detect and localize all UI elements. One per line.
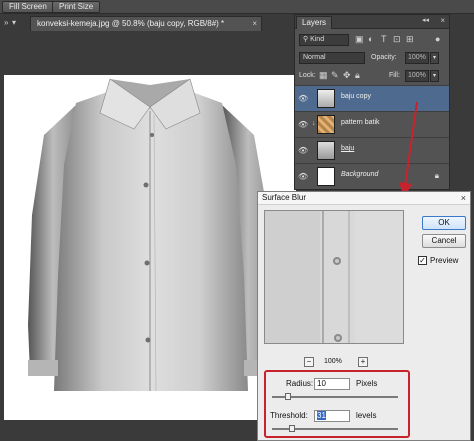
tab-menu-icon[interactable]: ▾	[12, 18, 16, 27]
layer-name: pattern batik	[341, 119, 380, 126]
smart-object-filter-icon[interactable]: ⊞	[406, 33, 414, 45]
layer-row-baju[interactable]: 👁︎ baju	[295, 137, 449, 163]
filter-preview-window[interactable]	[264, 210, 404, 344]
photoshop-window: Fill Screen Print Size konveksi-kemeja.j…	[0, 0, 474, 441]
threshold-field[interactable]: 31	[314, 410, 350, 422]
ok-button[interactable]: OK	[422, 216, 466, 230]
close-icon[interactable]: ×	[440, 16, 445, 25]
eye-icon[interactable]: 👁︎	[298, 94, 308, 103]
opacity-dropdown-icon[interactable]: ▾	[430, 52, 439, 64]
radius-field[interactable]: 10	[314, 378, 350, 390]
zoom-out-button[interactable]: −	[304, 357, 314, 367]
shirt-image	[28, 78, 274, 392]
eye-icon[interactable]: 👁︎	[298, 172, 308, 181]
document-tab-label: konveksi-kemeja.jpg @ 50.8% (baju copy, …	[37, 19, 225, 28]
blur-parameters-group: Radius: 10 Pixels Threshold: 31 levels	[264, 370, 410, 438]
lock-icon: 🔒︎	[434, 171, 439, 180]
dialog-title: Surface Blur	[262, 193, 307, 202]
type-filter-icon[interactable]: T	[381, 33, 387, 45]
filter-kind-label: Kind	[310, 36, 325, 43]
layer-name: baju	[341, 145, 355, 152]
fill-screen-button[interactable]: Fill Screen	[2, 1, 54, 13]
threshold-unit: levels	[356, 411, 377, 420]
lock-label: Lock:	[299, 72, 316, 79]
preview-label: Preview	[430, 256, 459, 265]
preview-checkbox[interactable]: ✓	[418, 256, 427, 265]
fill-field[interactable]: 100%	[405, 70, 429, 82]
shape-filter-icon[interactable]: ⊡	[393, 33, 401, 45]
clip-link-icon: ↓	[312, 120, 316, 127]
threshold-slider[interactable]	[272, 425, 398, 432]
blend-row: Normal Opacity: 100% ▾	[295, 49, 449, 67]
threshold-value: 31	[317, 411, 326, 420]
options-bar: Fill Screen Print Size	[0, 0, 474, 14]
layer-thumbnail	[317, 115, 335, 134]
close-icon[interactable]: ×	[252, 17, 257, 30]
radius-unit: Pixels	[356, 379, 378, 388]
radius-label: Radius:	[286, 379, 314, 388]
cancel-button[interactable]: Cancel	[422, 234, 466, 248]
layer-row-baju-copy[interactable]: 👁︎ baju copy	[295, 85, 449, 111]
radius-slider-thumb[interactable]	[285, 393, 291, 400]
filter-kind-dropdown[interactable]: ⚲ Kind	[299, 34, 349, 46]
layers-panel: Layers ◂◂ × ⚲ Kind ▣ ◐ T ⊡ ⊞ ● Normal Op…	[294, 14, 450, 190]
layer-thumbnail	[317, 141, 335, 160]
layer-thumbnail	[317, 167, 335, 186]
opacity-label: Opacity:	[371, 54, 397, 61]
zoom-in-button[interactable]: +	[358, 357, 368, 367]
lock-row: Lock: ▦ ✎ ✥ 🔒︎ Fill: 100% ▾	[295, 67, 449, 85]
threshold-label: Threshold:	[270, 411, 308, 420]
collapse-icon[interactable]: ◂◂	[422, 16, 429, 24]
blend-mode-dropdown[interactable]: Normal	[299, 52, 365, 64]
preview-zoom-controls: − 100% +	[304, 357, 374, 369]
tab-overflow-icon[interactable]: »	[4, 18, 8, 27]
dialog-title-bar: Surface Blur ×	[258, 192, 470, 205]
layers-panel-header: Layers ◂◂ ×	[295, 15, 449, 29]
surface-blur-dialog: Surface Blur × − 100% + OK Cancel ✓ Prev…	[257, 191, 471, 441]
layer-filter-row: ⚲ Kind ▣ ◐ T ⊡ ⊞ ●	[295, 31, 449, 49]
threshold-slider-thumb[interactable]	[289, 425, 295, 432]
print-size-button[interactable]: Print Size	[52, 1, 101, 13]
fill-label: Fill:	[389, 72, 400, 79]
pixel-filter-icon[interactable]: ▣	[355, 33, 364, 45]
filter-toggle-icon[interactable]: ●	[435, 33, 440, 45]
preview-image	[265, 211, 403, 343]
layer-row-background[interactable]: 👁︎ Background 🔒︎	[295, 163, 449, 189]
layer-name: Background	[341, 171, 379, 178]
eye-icon[interactable]: 👁︎	[298, 146, 308, 155]
zoom-level: 100%	[324, 358, 342, 365]
lock-position-icon[interactable]: ✥	[343, 69, 351, 81]
document-canvas[interactable]	[4, 75, 296, 420]
fill-dropdown-icon[interactable]: ▾	[430, 70, 439, 82]
lock-transparent-icon[interactable]: ▦	[319, 69, 328, 81]
radius-slider[interactable]	[272, 393, 398, 400]
document-tab[interactable]: konveksi-kemeja.jpg @ 50.8% (baju copy, …	[30, 16, 262, 31]
adjustment-filter-icon[interactable]: ◐	[368, 33, 373, 45]
red-arrow-annotation	[399, 101, 418, 198]
layer-thumbnail	[317, 89, 335, 108]
lock-paint-icon[interactable]: ✎	[331, 69, 339, 81]
lock-all-icon[interactable]: 🔒︎	[355, 69, 360, 81]
layer-name: baju copy	[341, 93, 371, 100]
close-icon[interactable]: ×	[461, 192, 466, 204]
opacity-field[interactable]: 100%	[405, 52, 429, 64]
document-tab-bar: konveksi-kemeja.jpg @ 50.8% (baju copy, …	[0, 15, 300, 31]
eye-icon[interactable]: 👁︎	[298, 120, 308, 129]
layer-row-pattern-batik[interactable]: 👁︎ ↓ pattern batik	[295, 111, 449, 137]
tab-layers[interactable]: Layers	[296, 16, 333, 29]
